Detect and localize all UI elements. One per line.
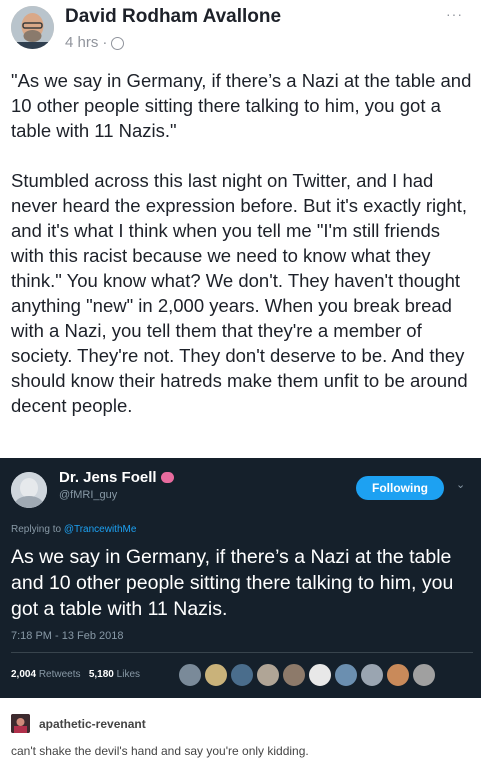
- retweets-label: Retweets: [38, 669, 81, 680]
- following-button[interactable]: Following: [356, 476, 444, 500]
- tweet-text: As we say in Germany, if there’s a Nazi …: [11, 546, 454, 620]
- reblogger-username[interactable]: apathetic-revenant: [39, 717, 146, 731]
- reply-mention-link[interactable]: @TrancewithMe: [64, 524, 137, 535]
- embedded-tweet: Dr. Jens Foell @fMRI_guy Following ⌄ Rep…: [0, 458, 481, 698]
- tweet-stats: 2,004 Retweets 5,180 Likes: [11, 669, 140, 680]
- post-paragraph: Stumbled across this last night on Twitt…: [11, 170, 468, 416]
- liker-avatar[interactable]: [230, 663, 254, 687]
- globe-icon: [111, 37, 125, 50]
- more-options-icon[interactable]: ···: [446, 6, 463, 22]
- tweet-divider: [11, 652, 473, 653]
- author-avatar[interactable]: [11, 6, 54, 49]
- liker-avatar[interactable]: [334, 663, 358, 687]
- brain-emoji-icon: [160, 472, 174, 483]
- post-meta: 4 hrs ·: [65, 34, 125, 51]
- liker-avatar[interactable]: [178, 663, 202, 687]
- likes-label: Likes: [116, 669, 141, 680]
- post-body: "As we say in Germany, if there’s a Nazi…: [11, 68, 477, 443]
- likes-count[interactable]: 5,180: [89, 669, 114, 680]
- liker-avatar[interactable]: [412, 663, 436, 687]
- tweet-author-name-text: Dr. Jens Foell: [59, 469, 157, 486]
- liker-avatars: [178, 663, 436, 687]
- tweet-author-name[interactable]: Dr. Jens Foell: [59, 469, 174, 486]
- reblog-comment: can't shake the devil's hand and say you…: [11, 744, 309, 758]
- replying-prefix: Replying to: [11, 524, 64, 535]
- tweet-timestamp[interactable]: 7:18 PM - 13 Feb 2018: [11, 630, 124, 642]
- post-paragraph: "As we say in Germany, if there’s a Nazi…: [11, 70, 472, 141]
- liker-avatar[interactable]: [204, 663, 228, 687]
- replying-to: Replying to @TrancewithMe: [11, 524, 136, 535]
- liker-avatar[interactable]: [360, 663, 384, 687]
- chevron-down-icon[interactable]: ⌄: [456, 478, 465, 491]
- liker-avatar[interactable]: [308, 663, 332, 687]
- reblogger-avatar[interactable]: [11, 714, 30, 733]
- tweet-author-avatar[interactable]: [11, 472, 47, 508]
- tweet-author-handle[interactable]: @fMRI_guy: [59, 489, 117, 501]
- facebook-post: David Rodham Avallone 4 hrs · ··· "As we…: [0, 0, 481, 458]
- meta-separator: ·: [102, 34, 108, 51]
- liker-avatar[interactable]: [282, 663, 306, 687]
- liker-avatar[interactable]: [256, 663, 280, 687]
- author-name[interactable]: David Rodham Avallone: [65, 6, 281, 28]
- post-time[interactable]: 4 hrs: [65, 34, 98, 51]
- liker-avatar[interactable]: [386, 663, 410, 687]
- tumblr-reblog: apathetic-revenant can't shake the devil…: [0, 698, 481, 773]
- retweets-count[interactable]: 2,004: [11, 669, 36, 680]
